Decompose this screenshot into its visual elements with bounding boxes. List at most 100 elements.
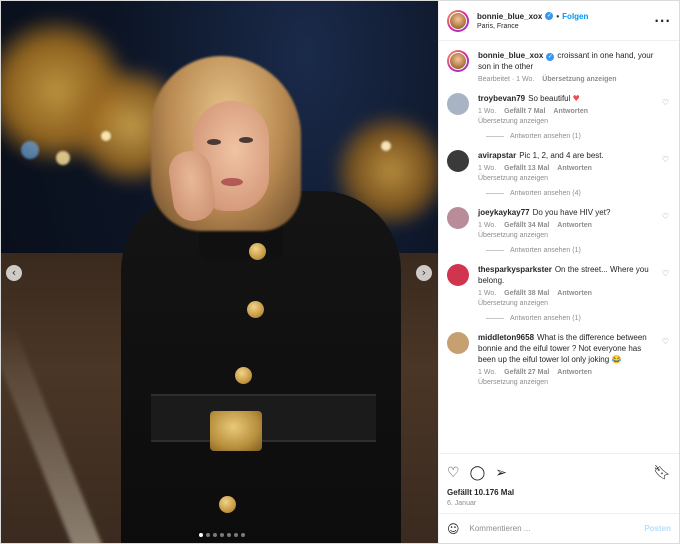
comment-emoji: ♥ bbox=[572, 94, 580, 103]
comment-like-icon[interactable]: ♡ bbox=[662, 212, 669, 221]
avatar[interactable] bbox=[447, 207, 469, 229]
comments-list[interactable]: bonnie_blue_xox ✓ croissant in one hand, y… bbox=[439, 42, 679, 451]
share-icon[interactable]: ➢ bbox=[495, 465, 507, 481]
comment: middleton9658 What is the difference betw… bbox=[447, 332, 671, 386]
reply-button[interactable]: Antworten bbox=[557, 165, 592, 172]
comment-like-icon[interactable]: ♡ bbox=[662, 98, 669, 107]
avatar[interactable] bbox=[447, 9, 469, 32]
reply-button[interactable]: Antworten bbox=[557, 290, 592, 297]
caption: bonnie_blue_xox ✓ croissant in one hand, y… bbox=[447, 50, 671, 83]
coat-button bbox=[249, 243, 266, 260]
view-replies-label[interactable]: Antworten ansehen (1) bbox=[510, 247, 581, 254]
avatar[interactable] bbox=[447, 50, 469, 72]
comment-username[interactable]: troybevan79 bbox=[478, 94, 525, 103]
bokeh-light bbox=[21, 141, 39, 159]
translate-link[interactable]: Übersetzung anzeigen bbox=[478, 118, 655, 125]
comment-likes[interactable]: Gefällt 7 Mal bbox=[504, 108, 545, 115]
likes-count[interactable]: Gefällt 10.176 Mal bbox=[447, 488, 671, 497]
follow-button[interactable]: Folgen bbox=[562, 12, 588, 21]
comment-time: 1 Wo. bbox=[478, 108, 497, 115]
eye bbox=[207, 139, 221, 145]
comment-username[interactable]: avirapstar bbox=[478, 151, 516, 160]
view-replies-button[interactable]: Antworten ansehen (1) bbox=[486, 133, 671, 140]
carousel-dot[interactable] bbox=[234, 533, 238, 537]
comment-username[interactable]: middleton9658 bbox=[478, 333, 534, 342]
bokeh-light bbox=[56, 151, 70, 165]
comment-text: Do you have HIV yet? bbox=[532, 208, 611, 217]
avatar[interactable] bbox=[447, 150, 469, 172]
view-replies-button[interactable]: Antworten ansehen (1) bbox=[486, 315, 671, 322]
post-photo[interactable]: ‹ › bbox=[1, 1, 438, 543]
lips bbox=[221, 178, 243, 186]
translate-link[interactable]: Übersetzung anzeigen bbox=[478, 379, 655, 386]
reply-button[interactable]: Antworten bbox=[553, 108, 588, 115]
carousel-dot[interactable] bbox=[206, 533, 210, 537]
verified-icon: ✓ bbox=[546, 53, 555, 61]
comment-text: So beautiful bbox=[528, 94, 571, 103]
comment-like-icon[interactable]: ♡ bbox=[662, 337, 669, 346]
reply-button[interactable]: Antworten bbox=[557, 222, 592, 229]
separator: • bbox=[556, 11, 560, 21]
view-replies-label[interactable]: Antworten ansehen (1) bbox=[510, 315, 581, 322]
view-replies-button[interactable]: Antworten ansehen (1) bbox=[486, 247, 671, 254]
comment-text: Pic 1, 2, and 4 are best. bbox=[519, 151, 604, 160]
carousel-dot[interactable] bbox=[227, 533, 231, 537]
belt bbox=[151, 394, 376, 442]
subject bbox=[121, 56, 401, 543]
carousel-dot[interactable] bbox=[213, 533, 217, 537]
avatar[interactable] bbox=[447, 264, 469, 286]
avatar[interactable] bbox=[447, 332, 469, 354]
location[interactable]: Paris, France bbox=[477, 23, 654, 30]
comment-likes[interactable]: Gefällt 34 Mal bbox=[504, 222, 549, 229]
comment-icon[interactable]: ◯ bbox=[470, 465, 486, 481]
eye bbox=[239, 137, 253, 143]
caption-edited: Bearbeitet · 1 Wo. bbox=[478, 76, 535, 83]
coat-button bbox=[247, 301, 264, 318]
view-replies-label[interactable]: Antworten ansehen (1) bbox=[510, 133, 581, 140]
comment-username[interactable]: joeykaykay77 bbox=[478, 208, 530, 217]
comment: thesparkysparkster On the street... Where… bbox=[447, 264, 671, 307]
carousel-dot[interactable] bbox=[199, 533, 203, 537]
comment-likes[interactable]: Gefällt 27 Mal bbox=[504, 369, 549, 376]
comment: joeykaykay77 Do you have HIV yet? 1 Wo. G… bbox=[447, 207, 671, 239]
comment-username[interactable]: thesparkysparkster bbox=[478, 265, 552, 274]
reply-button[interactable]: Antworten bbox=[557, 369, 592, 376]
post-button[interactable]: Posten bbox=[644, 524, 671, 533]
coat-button bbox=[235, 367, 252, 384]
comment-emoji: 😂 bbox=[611, 355, 622, 364]
translate-link[interactable]: Übersetzung anzeigen bbox=[478, 300, 655, 307]
bookmark-icon[interactable]: 🔖︎ bbox=[653, 465, 671, 481]
post-sidebar: bonnie_blue_xox ✓ • Folgen Paris, France… bbox=[438, 1, 679, 543]
carousel-next-icon[interactable]: › bbox=[416, 265, 432, 281]
post-header: bonnie_blue_xox ✓ • Folgen Paris, France… bbox=[439, 1, 679, 41]
more-options-icon[interactable]: ··· bbox=[654, 14, 671, 28]
avatar[interactable] bbox=[447, 93, 469, 115]
comment-time: 1 Wo. bbox=[478, 290, 497, 297]
comments: troybevan79 So beautiful ♥ 1 Wo. Gefällt … bbox=[447, 93, 671, 386]
comment-time: 1 Wo. bbox=[478, 369, 497, 376]
comment: troybevan79 So beautiful ♥ 1 Wo. Gefällt … bbox=[447, 93, 671, 125]
comment-like-icon[interactable]: ♡ bbox=[662, 155, 669, 164]
view-replies-button[interactable]: Antworten ansehen (4) bbox=[486, 190, 671, 197]
translate-link[interactable]: Übersetzung anzeigen bbox=[542, 76, 616, 83]
bokeh-light bbox=[101, 131, 111, 141]
header-username[interactable]: bonnie_blue_xox bbox=[477, 12, 542, 21]
carousel-dot[interactable] bbox=[241, 533, 245, 537]
comment-likes[interactable]: Gefällt 13 Mal bbox=[504, 165, 549, 172]
comment-likes[interactable]: Gefällt 38 Mal bbox=[504, 290, 549, 297]
comment-input[interactable] bbox=[469, 524, 645, 533]
verified-icon: ✓ bbox=[545, 12, 554, 20]
carousel-prev-icon[interactable]: ‹ bbox=[6, 265, 22, 281]
translate-link[interactable]: Übersetzung anzeigen bbox=[478, 175, 655, 182]
comment-like-icon[interactable]: ♡ bbox=[662, 269, 669, 278]
comment-time: 1 Wo. bbox=[478, 165, 497, 172]
coat-button bbox=[219, 496, 236, 513]
carousel-dot[interactable] bbox=[220, 533, 224, 537]
view-replies-label[interactable]: Antworten ansehen (4) bbox=[510, 190, 581, 197]
translate-link[interactable]: Übersetzung anzeigen bbox=[478, 232, 655, 239]
like-heart-icon[interactable]: ♡ bbox=[447, 465, 460, 481]
caption-username[interactable]: bonnie_blue_xox bbox=[478, 51, 543, 60]
emoji-icon[interactable]: ☺ bbox=[447, 522, 460, 536]
comment-box: ☺ Posten bbox=[439, 513, 679, 543]
comment-time: 1 Wo. bbox=[478, 222, 497, 229]
